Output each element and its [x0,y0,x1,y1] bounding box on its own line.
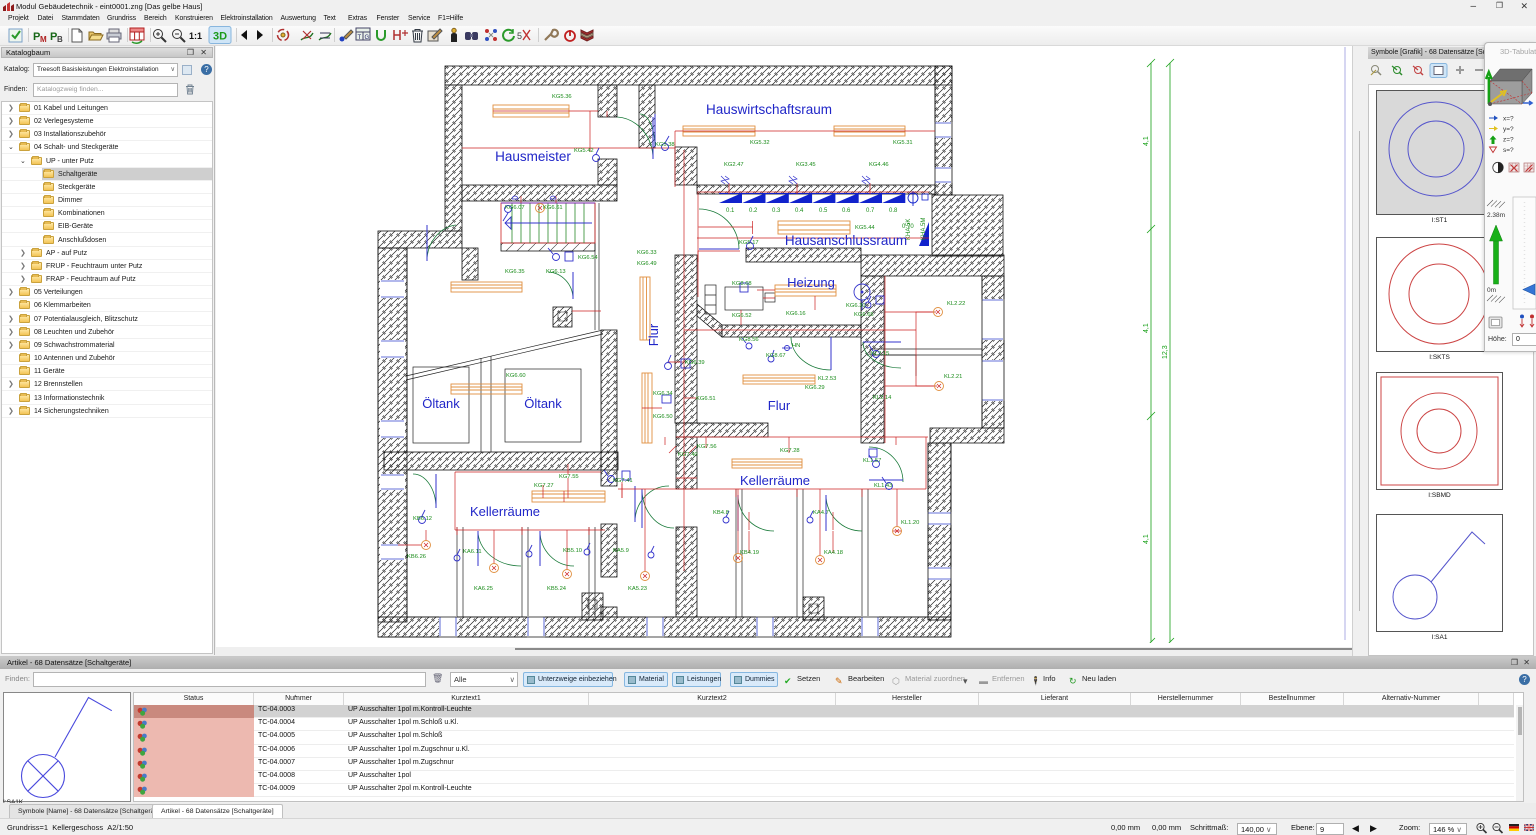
svg-text:12,3: 12,3 [1162,345,1169,359]
svg-text:KG6.33: KG6.33 [637,250,657,256]
svg-text:KL2.22: KL2.22 [947,301,965,307]
svg-text:KG6.39: KG6.39 [685,360,705,366]
svg-text:KG6.13: KG6.13 [546,269,566,275]
svg-text:KG8.56: KG8.56 [739,337,759,343]
svg-text:KG8.67: KG8.67 [766,353,786,359]
svg-text:Hauswirtschaftsraum: Hauswirtschaftsraum [706,102,832,117]
svg-text:KG6.49: KG6.49 [637,261,657,267]
svg-text:x=?: x=? [1503,116,1514,123]
svg-text:Heizung: Heizung [787,275,835,290]
svg-text:KG6.52: KG6.52 [732,313,752,319]
svg-text:KG6.60: KG6.60 [506,373,526,379]
svg-text:s=?: s=? [1503,147,1514,154]
svg-text:KG7.56: KG7.56 [697,444,717,450]
svg-text:G: G [365,35,370,41]
svg-text:KL2.53: KL2.53 [818,376,836,382]
svg-text:Öltank: Öltank [422,396,460,411]
svg-text:KB6.12: KB6.12 [413,516,432,522]
svg-text:KG3.45: KG3.45 [796,162,816,168]
svg-text:KG2.47: KG2.47 [724,162,744,168]
svg-text:y=?: y=? [1503,126,1514,133]
svg-text:Hausanschlussraum: Hausanschlussraum [785,233,907,248]
svg-text:KG5.17: KG5.17 [739,240,759,246]
svg-text:z=?: z=? [1503,137,1514,144]
svg-text:0.5: 0.5 [819,208,828,214]
svg-text:1:1: 1:1 [189,31,202,41]
svg-text:Öltank: Öltank [524,396,562,411]
svg-text:KL2.15: KL2.15 [871,351,889,357]
svg-text:KL2.21: KL2.21 [944,374,962,380]
svg-text:0m: 0m [1487,287,1496,294]
svg-text:KB5.10: KB5.10 [563,548,582,554]
svg-text:KG6.29: KG6.29 [805,385,825,391]
svg-text:KL1.43: KL1.43 [874,483,892,489]
svg-text:0.6: 0.6 [842,208,851,214]
svg-text:KA6.11: KA6.11 [463,549,482,555]
svg-text:KB4.19: KB4.19 [740,550,759,556]
svg-text:KB4.8: KB4.8 [713,510,729,516]
svg-text:0.8: 0.8 [889,208,898,214]
svg-text:KA6.25: KA6.25 [474,586,493,592]
svg-text:KG5.38: KG5.38 [655,142,675,148]
svg-text:5: 5 [517,31,522,41]
svg-text:KG7.40: KG7.40 [678,452,698,458]
svg-text:T: T [358,35,362,41]
svg-text:KG8.68: KG8.68 [732,281,752,287]
svg-text:KG5.42: KG5.42 [574,148,594,154]
svg-text:KG5.31: KG5.31 [893,140,913,146]
svg-text:KG6.54: KG6.54 [578,255,598,261]
svg-text:KG7.27: KG7.27 [534,483,554,489]
svg-text:KG6.30: KG6.30 [846,303,866,309]
svg-text:KG6.07: KG6.07 [505,205,525,211]
svg-text:KL1.20: KL1.20 [901,520,919,526]
svg-text:KG6.34: KG6.34 [653,391,673,397]
svg-text:KHA.5M: KHA.5M [921,218,927,240]
svg-text:3D: 3D [213,31,227,43]
svg-text:4,1: 4,1 [1143,534,1150,544]
svg-text:B: B [57,35,63,44]
svg-text:KA4.7: KA4.7 [813,510,829,516]
svg-text:HN: HN [792,343,800,349]
svg-text:Kellerräume: Kellerräume [740,473,810,488]
svg-text:0.3: 0.3 [772,208,781,214]
svg-text:KG6.50: KG6.50 [653,414,673,420]
svg-text:KG7.28: KG7.28 [780,448,800,454]
svg-text:0.2: 0.2 [749,208,758,214]
svg-text:KG5.32: KG5.32 [750,140,770,146]
svg-text:KA4.18: KA4.18 [824,550,843,556]
svg-text:0.4: 0.4 [795,208,804,214]
svg-text:KA5.9: KA5.9 [613,548,629,554]
svg-text:Flur: Flur [768,398,791,413]
svg-text:Flur: Flur [646,323,661,346]
svg-text:KB6.26: KB6.26 [407,554,426,560]
svg-text:KG4.46: KG4.46 [869,162,889,168]
svg-text:KG6.16: KG6.16 [786,311,806,317]
svg-text:KG6.65: KG6.65 [854,312,874,318]
svg-text:4,1: 4,1 [1143,136,1150,146]
svg-text:KG5.36: KG5.36 [552,94,572,100]
svg-text:KL1.57: KL1.57 [863,458,881,464]
svg-text:KG6.61: KG6.61 [543,205,563,211]
svg-text:M: M [40,35,47,44]
svg-text:0.7: 0.7 [866,208,875,214]
svg-text:KG5.44: KG5.44 [855,225,875,231]
svg-text:0.1: 0.1 [726,208,735,214]
svg-text:KG7.55: KG7.55 [559,474,579,480]
svg-text:KG7.41: KG7.41 [613,478,633,484]
svg-text:4,1: 4,1 [1143,323,1150,333]
svg-text:KG6.51: KG6.51 [696,396,716,402]
svg-text:2.38m: 2.38m [1487,212,1505,219]
svg-text:KA5.23: KA5.23 [628,586,647,592]
svg-text:KB5.24: KB5.24 [547,586,567,592]
svg-text:Hausmeister: Hausmeister [495,149,571,164]
svg-text:Kellerräume: Kellerräume [470,504,540,519]
svg-text:KG6.35: KG6.35 [505,269,525,275]
svg-text:KL2.14: KL2.14 [873,395,892,401]
